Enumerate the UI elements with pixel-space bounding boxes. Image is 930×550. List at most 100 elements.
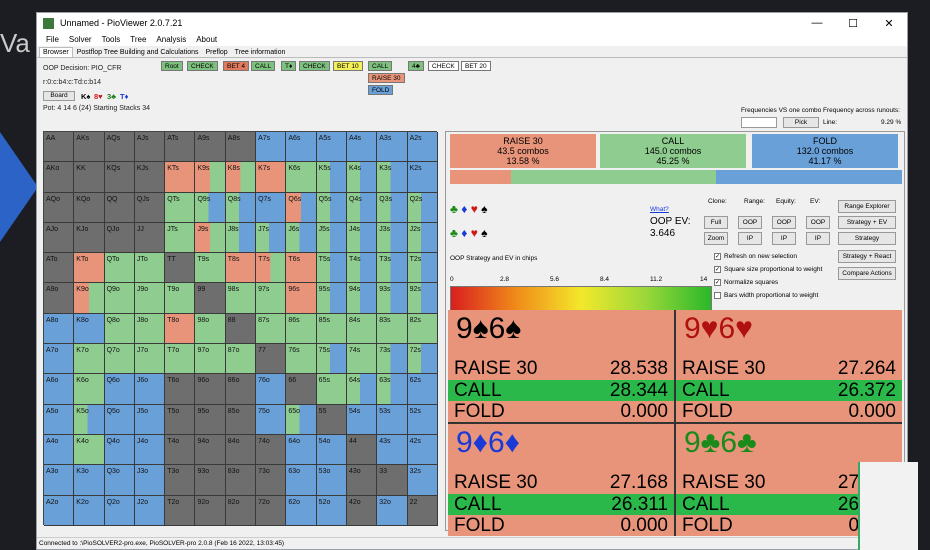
hand-cell[interactable]: 83s [377,313,408,345]
hand-cell[interactable]: AA [44,132,75,163]
hand-cell[interactable]: JTs [165,222,196,254]
hand-cell[interactable]: 64s [346,374,378,405]
option-checkbox[interactable]: ✓ Normalize squares [714,279,778,286]
spade-icon[interactable]: ♠ [481,226,487,240]
hand-cell[interactable]: 44 [346,434,378,466]
hand-cell[interactable]: 73s [377,344,408,375]
hand-cell[interactable]: K7o [74,344,105,375]
hand-cell[interactable]: T4o [165,434,196,466]
hand-cell[interactable]: J7s [256,222,287,254]
hand-cell[interactable]: T3o [165,465,196,496]
hand-cell[interactable]: JJ [134,222,166,254]
hand-cell[interactable]: 98o [195,313,226,345]
close-button[interactable]: ✕ [871,17,907,30]
hand-cell[interactable]: 43s [377,434,408,466]
hand-cell[interactable]: 75s [316,344,347,375]
action-pill[interactable]: CHECK [299,61,330,71]
compare-actions-button[interactable]: Compare Actions [838,267,896,280]
equity-ip-button[interactable]: IP [772,232,796,245]
hand-cell[interactable]: 42s [407,434,438,466]
action-box[interactable]: FOLD 132.0 combos 41.17 % [752,134,898,168]
equity-oop-button[interactable]: OOP [772,216,796,229]
hand-cell[interactable]: A2o [44,495,75,526]
hand-cell[interactable]: 84o [225,434,257,466]
hand-cell[interactable]: K8o [74,313,105,345]
hand-cell[interactable]: 53o [316,465,347,496]
hand-cell[interactable]: K9o [74,283,105,314]
hand-cell[interactable]: Q5s [316,192,347,223]
strategy-react-button[interactable]: Strategy + React [838,250,896,263]
hand-cell[interactable]: 85s [316,313,347,345]
hand-cell[interactable]: Q6s [286,192,317,223]
hand-cell[interactable]: 63s [377,374,408,405]
hand-cell[interactable]: 92o [195,495,226,526]
club-icon[interactable]: ♣ [450,226,458,240]
hand-cell[interactable]: J4s [346,222,378,254]
hand-cell[interactable]: 86s [286,313,317,345]
hand-cell[interactable]: KTo [74,253,105,284]
hand-cell[interactable]: T3s [377,253,408,284]
hand-cell[interactable]: QTs [165,192,196,223]
hand-cell[interactable]: 83o [225,465,257,496]
hand-cell[interactable]: T8s [225,253,257,284]
hand-cell[interactable]: 32s [407,465,438,496]
hand-cell[interactable]: AKs [74,132,105,163]
hand-cell[interactable]: Q5o [104,404,135,435]
combo-panel[interactable]: 9♦6♦ RAISE 30 27.168 CALL 26.311 FOLD 0.000 [448,424,674,536]
action-pill[interactable]: CALL [251,61,276,71]
zoom-button[interactable]: Zoom [704,232,728,245]
action-pill[interactable]: BET 10 [333,61,363,71]
hand-cell[interactable]: 93o [195,465,226,496]
hand-cell[interactable]: 87o [225,344,257,375]
hand-cell[interactable]: 75o [256,404,287,435]
hand-cell[interactable]: K6o [74,374,105,405]
action-pill[interactable]: 4♣ [408,61,424,71]
action-pill[interactable]: CHECK [428,61,459,71]
hand-cell[interactable]: 52s [407,404,438,435]
hand-cell[interactable]: 54s [346,404,378,435]
hand-cell[interactable]: KJo [74,222,105,254]
hand-cell[interactable]: J6s [286,222,317,254]
hand-cell[interactable]: 63o [286,465,317,496]
hand-cell[interactable]: 53s [377,404,408,435]
hand-cell[interactable]: A2s [407,132,438,163]
hand-cell[interactable]: KTs [165,162,196,193]
hand-cell[interactable]: Q3s [377,192,408,223]
action-pill[interactable]: Root [161,61,183,71]
hand-cell[interactable]: QJs [134,192,166,223]
hand-cell[interactable]: AJs [134,132,166,163]
hand-cell[interactable]: 87s [256,313,287,345]
hand-cell[interactable]: 55 [316,404,347,435]
hand-cell[interactable]: Q8s [225,192,257,223]
hand-cell[interactable]: K5o [74,404,105,435]
hand-cell[interactable]: K6s [286,162,317,193]
hand-cell[interactable]: 43o [346,465,378,496]
hand-cell[interactable]: AQo [44,192,75,223]
tab-preflop[interactable]: Preflop [202,48,230,57]
hand-cell[interactable]: A9o [44,283,75,314]
hand-cell[interactable]: QQ [104,192,135,223]
menu-tools[interactable]: Tools [102,35,121,44]
tab-tree-information[interactable]: Tree information [232,48,289,57]
hand-cell[interactable]: A5o [44,404,75,435]
pick-button[interactable]: Pick [783,117,819,128]
hand-cell[interactable]: T4s [346,253,378,284]
hand-cell[interactable]: T9o [165,283,196,314]
hand-cell[interactable]: J6o [134,374,166,405]
hand-cell[interactable]: 33 [377,465,408,496]
hand-cell[interactable]: K3s [377,162,408,193]
hand-cell[interactable]: K7s [256,162,287,193]
hand-cell[interactable]: 95s [316,283,347,314]
hand-cell[interactable]: 82o [225,495,257,526]
hand-cell[interactable]: A8s [225,132,257,163]
hand-cell[interactable]: T8o [165,313,196,345]
spade-icon[interactable]: ♠ [481,202,487,216]
hand-cell[interactable]: J5o [134,404,166,435]
board-button[interactable]: Board [43,91,75,101]
hand-cell[interactable]: K4s [346,162,378,193]
full-button[interactable]: Full [704,216,728,229]
hand-cell[interactable]: A4s [346,132,378,163]
strategy-ev-button[interactable]: Strategy + EV [838,216,896,229]
next-action-pill[interactable]: FOLD [368,85,394,95]
hand-cell[interactable]: 64o [286,434,317,466]
